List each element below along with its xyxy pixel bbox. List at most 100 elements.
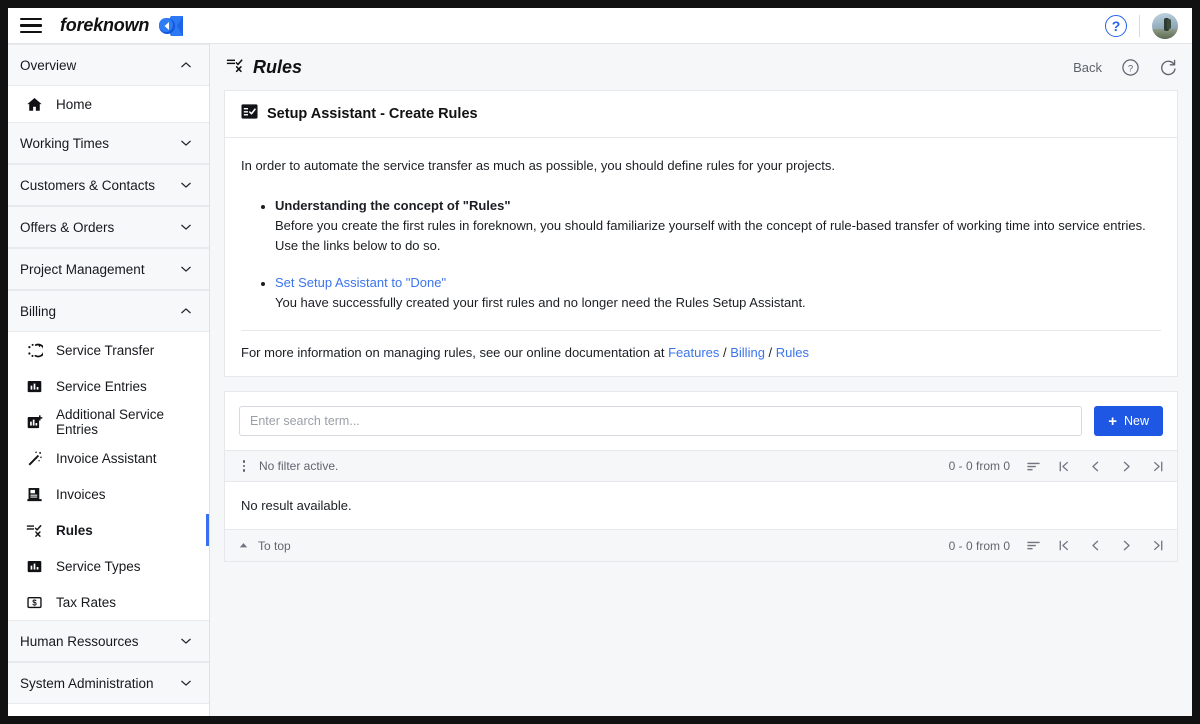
- sidebar-group-working-times[interactable]: Working Times: [8, 122, 209, 164]
- rules-list-card: + New No filter active. 0 - 0 from 0: [224, 391, 1178, 563]
- sidebar-group-customers-contacts[interactable]: Customers & Contacts: [8, 164, 209, 206]
- empty-state-message: No result available.: [225, 482, 1177, 530]
- bar-chart-icon: [24, 556, 44, 576]
- setup-point-title: Understanding the concept of "Rules": [275, 197, 511, 213]
- avatar[interactable]: [1152, 12, 1178, 39]
- bar-chart-plus-icon: [24, 412, 44, 432]
- help-icon[interactable]: ?: [1105, 14, 1127, 37]
- sidebar-item-label: Invoice Assistant: [56, 450, 157, 466]
- main-content: Rules Back ? Setup Assistant - Create Ru…: [210, 44, 1192, 716]
- next-page-icon[interactable]: [1119, 459, 1134, 474]
- sidebar-group-human-ressources[interactable]: Human Ressources: [8, 620, 209, 662]
- checklist-icon: [241, 103, 258, 125]
- app-body: Overview Home Working Times Customers & Con…: [8, 44, 1192, 716]
- previous-page-icon[interactable]: [1088, 538, 1103, 553]
- chevron-down-icon: [179, 220, 193, 234]
- help-icon[interactable]: ?: [1121, 58, 1140, 77]
- sidebar-item-tax-rates[interactable]: $ Tax Rates: [8, 584, 209, 620]
- caret-up-icon[interactable]: [237, 539, 250, 552]
- sidebar-item-home[interactable]: Home: [8, 86, 209, 122]
- sidebar-group-offers-orders[interactable]: Offers & Orders: [8, 206, 209, 248]
- sidebar-item-service-transfer[interactable]: Service Transfer: [8, 332, 209, 368]
- new-button-label: New: [1123, 414, 1149, 429]
- bar-chart-icon: [24, 376, 44, 396]
- sidebar-item-invoices[interactable]: Invoices: [8, 476, 209, 512]
- setup-point: Set Setup Assistant to "Done" You have su…: [275, 273, 1161, 313]
- page-title: Rules: [253, 56, 303, 77]
- sidebar-item-label: Home: [56, 96, 93, 112]
- sidebar-item-service-types[interactable]: Service Types: [8, 548, 209, 584]
- setup-points-list: Understanding the concept of "Rules" Befo…: [241, 196, 1161, 314]
- sidebar-group-label: Overview: [20, 57, 77, 73]
- chevron-up-icon: [179, 304, 193, 318]
- sidebar-group-project-management[interactable]: Project Management: [8, 248, 209, 290]
- sidebar-group-label: Customers & Contacts: [20, 177, 156, 193]
- sidebar-group-label: Offers & Orders: [20, 219, 115, 235]
- pagination-top: 0 - 0 from 0: [949, 459, 1165, 474]
- refresh-icon[interactable]: [1159, 58, 1178, 77]
- sort-icon[interactable]: [1026, 459, 1041, 474]
- top-bar: foreknown ?: [8, 8, 1192, 44]
- app-window: foreknown ? Overview Home Working Times …: [8, 8, 1192, 716]
- sidebar-group-label: Billing: [20, 303, 57, 319]
- documentation-link-billing[interactable]: Billing: [730, 345, 765, 360]
- sidebar-group-billing[interactable]: Billing: [8, 290, 209, 332]
- brand-name: foreknown: [60, 15, 150, 35]
- setup-point: Understanding the concept of "Rules" Befo…: [275, 196, 1161, 256]
- home-icon: [24, 94, 44, 114]
- sidebar-item-rules[interactable]: Rules: [8, 512, 209, 548]
- sidebar-item-label: Service Types: [56, 558, 141, 574]
- sidebar-group-label: System Administration: [20, 675, 154, 691]
- new-button[interactable]: + New: [1094, 406, 1163, 437]
- documentation-link-rules[interactable]: Rules: [776, 345, 809, 360]
- record-count: 0 - 0 from 0: [948, 459, 1010, 474]
- sidebar-item-invoice-assistant[interactable]: Invoice Assistant: [8, 440, 209, 476]
- sidebar-item-label: Service Transfer: [56, 342, 155, 358]
- documentation-prefix: For more information on managing rules, …: [241, 345, 669, 361]
- hamburger-menu-icon[interactable]: [18, 15, 44, 37]
- sidebar-group-label: Human Ressources: [20, 633, 139, 649]
- page-header-actions: Back ?: [1073, 58, 1178, 77]
- brand[interactable]: foreknown: [60, 15, 184, 37]
- last-page-icon[interactable]: [1150, 538, 1165, 553]
- chevron-down-icon: [179, 178, 193, 192]
- chevron-up-icon: [179, 58, 193, 72]
- page-header: Rules Back ?: [210, 44, 1192, 90]
- record-count: 0 - 0 from 0: [948, 538, 1010, 553]
- more-vertical-icon[interactable]: [235, 457, 253, 475]
- chevron-down-icon: [179, 262, 193, 276]
- sort-icon[interactable]: [1026, 538, 1041, 553]
- foreknown-logo-icon: [156, 15, 184, 37]
- previous-page-icon[interactable]: [1088, 459, 1103, 474]
- sidebar-group-overview[interactable]: Overview: [8, 44, 209, 86]
- last-page-icon[interactable]: [1150, 459, 1165, 474]
- svg-text:$: $: [32, 598, 37, 607]
- first-page-icon[interactable]: [1057, 538, 1072, 553]
- sidebar-group-system-administration[interactable]: System Administration: [8, 662, 209, 704]
- back-button[interactable]: Back: [1073, 60, 1102, 75]
- first-page-icon[interactable]: [1057, 459, 1072, 474]
- rules-icon: [226, 56, 244, 79]
- search-row: + New: [225, 392, 1177, 450]
- page-title-wrap: Rules: [226, 56, 302, 79]
- setup-point-description: You have successfully created your first…: [275, 295, 806, 311]
- pagination-bottom: 0 - 0 from 0: [949, 538, 1165, 553]
- search-input[interactable]: [239, 406, 1083, 437]
- sidebar-group-label: Project Management: [20, 261, 145, 277]
- svg-text:?: ?: [1128, 63, 1133, 74]
- documentation-link-features[interactable]: Features: [668, 345, 719, 360]
- sidebar-item-service-entries[interactable]: Service Entries: [8, 368, 209, 404]
- next-page-icon[interactable]: [1119, 538, 1134, 553]
- sidebar-item-label: Tax Rates: [56, 594, 117, 610]
- setup-point-description: Before you create the first rules in for…: [275, 217, 1146, 253]
- setup-point-link[interactable]: Set Setup Assistant to "Done": [275, 273, 1161, 293]
- to-top-button[interactable]: To top: [258, 539, 291, 553]
- setup-assistant-body: In order to automate the service transfe…: [225, 138, 1177, 376]
- sidebar-item-additional-service-entries[interactable]: Additional Service Entries: [8, 404, 209, 440]
- chevron-down-icon: [179, 634, 193, 648]
- top-bar-actions: ?: [1105, 12, 1178, 39]
- rules-icon: [24, 520, 44, 540]
- setup-assistant-card: Setup Assistant - Create Rules In order …: [224, 90, 1178, 378]
- setup-assistant-header: Setup Assistant - Create Rules: [225, 91, 1177, 138]
- sidebar: Overview Home Working Times Customers & Con…: [8, 44, 210, 716]
